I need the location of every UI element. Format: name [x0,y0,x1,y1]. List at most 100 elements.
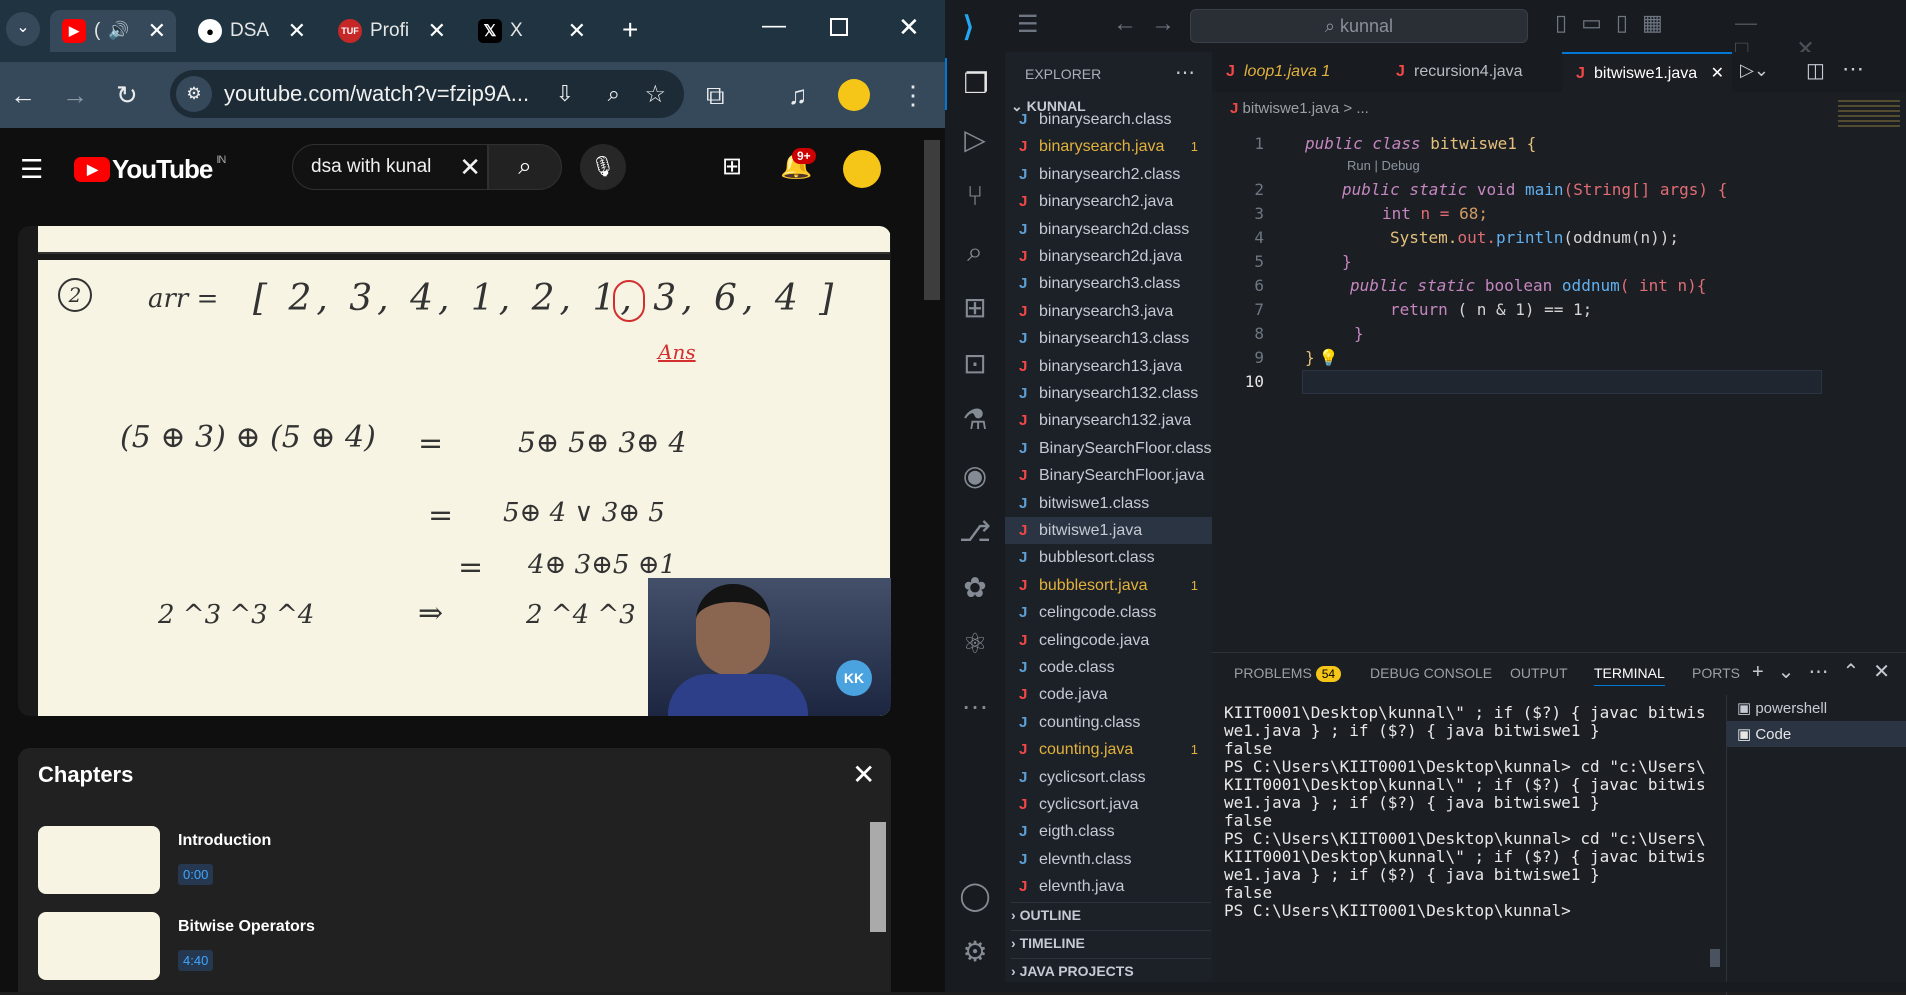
outline-section[interactable]: › OUTLINE [1011,902,1211,926]
clear-search-icon[interactable]: ✕ [459,152,481,183]
code-line-7[interactable]: return ( n & 1) == 1; [1390,300,1592,319]
chapters-scrollbar[interactable] [870,822,886,932]
command-center[interactable]: ⌕ kunnal [1190,9,1528,43]
tab-search-button[interactable]: ⌄ [6,12,40,46]
terminal-output[interactable]: KIIT0001\Desktop\kunnal\" ; if ($?) { ja… [1212,695,1732,995]
file-item[interactable]: Jbinarysearch2.class [1005,161,1212,188]
zoom-icon[interactable]: ⌕ [608,81,620,107]
file-item[interactable]: Jbinarysearch13.java [1005,353,1212,380]
file-item[interactable]: Jbinarysearch3.class [1005,270,1212,297]
file-item[interactable]: Jbinarysearch2d.java [1005,243,1212,270]
video-player[interactable]: 2 arr = [ 2, 3, 4, 1, 2, 1, 3, 6, 4 ] An… [18,226,891,716]
editor-more-icon[interactable]: ⋯ [1842,56,1864,82]
file-item[interactable]: Jcyclicsort.java [1005,791,1212,818]
close-window-icon[interactable]: ✕ [898,12,920,43]
breadcrumb[interactable]: J bitwiswe1.java > ... [1230,100,1369,117]
site-settings-icon[interactable]: ⚙ [176,76,212,112]
tab-github[interactable]: ● DSA ✕ [186,10,316,52]
react-icon[interactable]: ⚛ [945,618,1005,670]
file-item[interactable]: Jbinarysearch3.java [1005,298,1212,325]
search-icon[interactable]: ⌕ [945,226,1005,278]
menu-icon[interactable]: ☰ [1017,10,1039,39]
code-line-3[interactable]: int n = 68; [1382,204,1488,223]
panel-tab-terminal[interactable]: TERMINAL [1594,665,1665,686]
panel-tab-problems[interactable]: PROBLEMS 54 [1234,665,1342,682]
new-tab-icon[interactable]: + [622,14,638,46]
explorer-more-icon[interactable]: ⋯ [1175,60,1195,85]
tab-profile[interactable]: TUF Profi ✕ [326,10,456,52]
git-graph-icon[interactable]: ⎇ [945,506,1005,558]
chapter-time[interactable]: 4:40 [178,950,214,971]
testing-icon[interactable]: ⚗ [945,394,1005,446]
minimize-icon[interactable]: — [762,12,786,40]
accounts-icon[interactable]: ◯ [945,870,1005,922]
create-video-icon[interactable]: ⊞ [722,152,742,181]
codelens-run-debug[interactable]: Run | Debug [1347,158,1420,173]
page-scrollbar[interactable] [924,140,940,300]
close-chapters-icon[interactable]: ✕ [852,758,875,791]
settings-gear-icon[interactable]: ⚙ [945,926,1005,978]
file-item[interactable]: J BinarySearchFloor.class [1005,435,1212,462]
search-button[interactable]: ⌕ [488,144,562,190]
address-bar[interactable]: ⚙ youtube.com/watch?v=fzip9A... ⇩ ⌕ ☆ [170,70,684,118]
split-editor-icon[interactable]: ◫ [1806,58,1825,83]
file-item[interactable]: Jelevnth.java [1005,873,1212,900]
file-item[interactable]: Jbinarysearch132.java [1005,407,1212,434]
editor-tab-recursion4[interactable]: Jrecursion4.java [1382,52,1562,92]
close-icon[interactable]: ✕ [1711,54,1724,94]
file-item[interactable]: Jbinarysearch.java 1 [1005,133,1212,160]
profile-avatar[interactable] [838,79,870,111]
minimap[interactable] [1838,100,1900,130]
youtube-logo[interactable]: ▶ YouTube IN [74,154,226,185]
tab-youtube[interactable]: ▶ ( 🔊 ✕ [50,10,176,52]
editor-tab-loop1[interactable]: Jloop1.java 1 [1212,52,1382,92]
install-icon[interactable]: ⇩ [556,81,574,107]
code-line-8[interactable]: } [1354,324,1364,343]
chapter-time[interactable]: 0:00 [178,864,214,885]
code-line-2[interactable]: public static void main(String[] args) { [1342,180,1727,199]
panel-actions[interactable]: +⌄⋯⌃✕ [1752,659,1904,684]
run-java-icon[interactable]: ▷⌄ [1740,60,1769,81]
file-item[interactable]: Jbinarysearch13.class [1005,325,1212,352]
search-input[interactable]: dsa with kunal ✕ [292,144,488,190]
file-item[interactable]: Jbinarysearch.class [1005,112,1212,133]
file-item[interactable]: Jeigth.class [1005,818,1212,845]
lightbulb-icon[interactable]: 💡 [1319,348,1339,367]
remote-explorer-icon[interactable]: ⊡ [945,338,1005,390]
code-line-6[interactable]: public static boolean oddnum( int n){ [1350,276,1706,295]
file-item[interactable]: Jcode.class [1005,654,1212,681]
file-item[interactable]: Jbubblesort.java 1 [1005,572,1212,599]
chapter-item[interactable]: Introduction 0:00 [38,826,858,896]
file-item[interactable]: Jbinarysearch132.class [1005,380,1212,407]
file-item[interactable]: Jcelingcode.class [1005,599,1212,626]
explorer-icon[interactable]: ❐ [945,58,1005,110]
voice-search-icon[interactable]: 🎙 [580,144,626,190]
bookmark-star-icon[interactable]: ☆ [644,80,666,109]
panel-tab-ports[interactable]: PORTS [1692,665,1740,681]
file-item[interactable]: Jbitwiswe1.java [1005,517,1212,544]
file-item[interactable]: Jcyclicsort.class [1005,764,1212,791]
hamburger-menu-icon[interactable]: ☰ [20,154,43,185]
extensions-icon[interactable]: ⊞ [945,282,1005,334]
terminal-item-powershell[interactable]: ▣ powershell [1727,695,1906,721]
timeline-section[interactable]: › TIMELINE [1011,930,1211,954]
file-item[interactable]: Jelevnth.class [1005,846,1212,873]
terminal-scrollbar[interactable] [1710,949,1720,967]
forward-icon[interactable]: → [62,62,88,128]
account-avatar[interactable] [843,150,881,188]
panel-tab-debug-console[interactable]: DEBUG CONSOLE [1370,665,1492,681]
file-item[interactable]: Jbubblesort.class [1005,544,1212,571]
close-icon[interactable]: ✕ [148,18,166,44]
code-line-1[interactable]: public class bitwiswe1 { [1305,134,1536,153]
nav-back-icon[interactable]: ← [1113,10,1137,38]
maximize-icon[interactable] [830,18,848,36]
extensions-icon[interactable]: ⧉ [706,62,725,128]
reload-icon[interactable]: ↻ [116,62,138,128]
chapter-item[interactable]: Bitwise Operators 4:40 [38,912,858,982]
java-projects-section[interactable]: › JAVA PROJECTS [1011,958,1211,982]
more-icon[interactable]: … [945,674,1005,726]
file-item[interactable]: Jbinarysearch2d.class [1005,216,1212,243]
code-line-4[interactable]: System.out.println(oddnum(n)); [1390,228,1679,247]
openai-icon[interactable]: ✿ [945,562,1005,614]
editor-tab-bitwiswe1[interactable]: Jbitwiswe1.java ✕ [1562,52,1732,92]
